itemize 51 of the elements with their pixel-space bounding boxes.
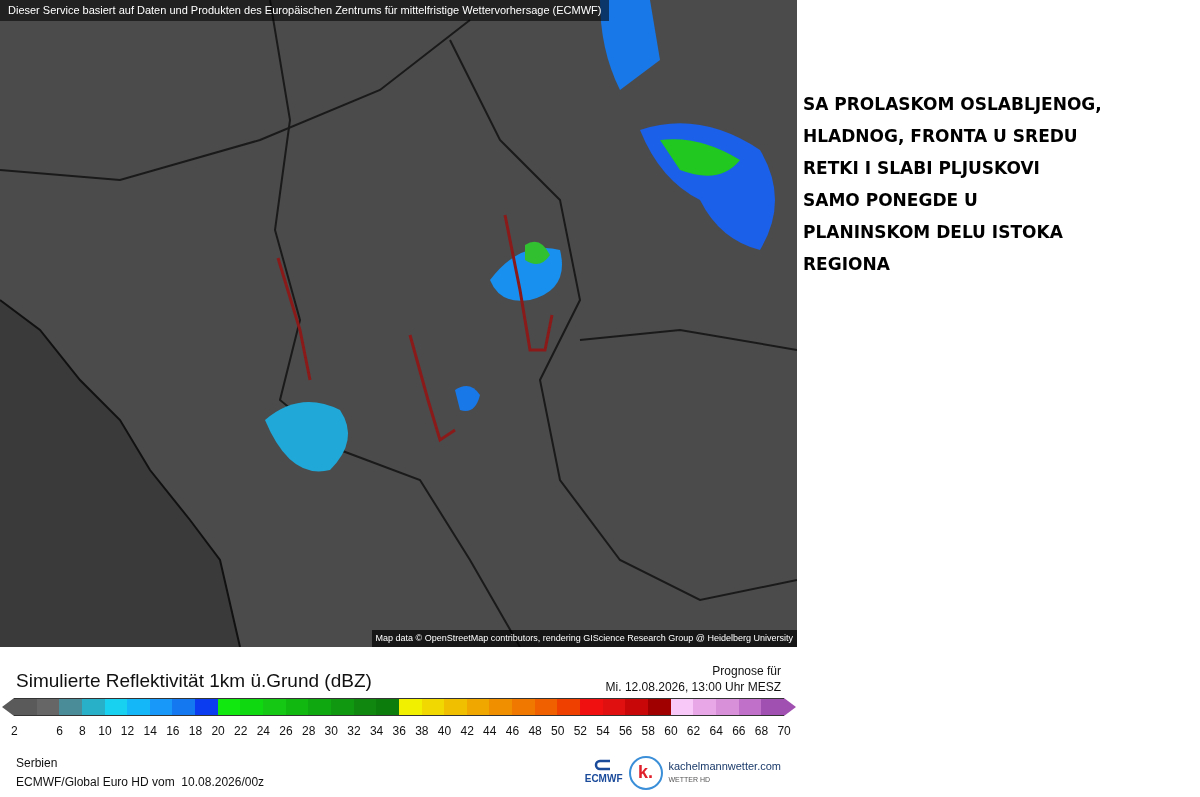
info-banner: Dieser Service basiert auf Daten und Produkten des Europäischen Zentrums für mittelfristige Wettervorhersage (ECMWF): [0, 0, 610, 21]
scale-tick: 22: [234, 722, 248, 740]
scale-tick: 32: [347, 722, 361, 740]
scale-tick: 50: [551, 722, 565, 740]
scale-tick: 14: [143, 722, 157, 740]
scale-tick: 8: [78, 722, 86, 740]
scale-tick: 52: [573, 722, 587, 740]
brand-logo: k.: [628, 755, 663, 790]
scale-tick: 24: [256, 722, 271, 740]
scale-tick: 62: [686, 722, 701, 740]
forecast-label: Prognose für: [712, 663, 781, 679]
model-run: ECMWF/Global Euro HD vom 10.08.2026/00z: [16, 773, 265, 791]
note-line: HLADNOG, FRONTA U SREDU: [803, 125, 1079, 148]
site-name: kachelmannwetter.com: [668, 759, 781, 773]
scale-tick: 58: [641, 722, 655, 740]
scale-tick: 42: [460, 722, 474, 740]
scale-tick: 40: [437, 722, 452, 740]
scale-tick: 30: [324, 722, 338, 740]
scale-tick: 16: [166, 722, 180, 740]
right-arrow-icon: [784, 697, 796, 716]
scale-tick: 46: [505, 722, 520, 740]
scale-tick: 28: [301, 722, 316, 740]
scale-tick: 18: [188, 722, 203, 740]
scale-tick: 12: [120, 722, 135, 740]
note-line: REGIONA: [803, 253, 891, 276]
scale-tick: 56: [618, 722, 633, 740]
forecast-time: Mi. 12.08.2026, 13:00 Uhr MESZ: [605, 679, 781, 695]
note-line: SA PROLASKOM OSLABLJENOG,: [803, 93, 1102, 116]
scale-tick: 2: [10, 722, 18, 740]
scale-tick: 68: [754, 722, 769, 740]
scale-tick: 26: [279, 722, 293, 740]
scale-tick: 6: [56, 722, 63, 740]
region-name: Serbien: [16, 754, 59, 772]
scale-tick: 34: [369, 722, 384, 740]
scale-tick: 44: [483, 722, 497, 740]
scale-tick: 60: [664, 722, 678, 740]
scale-tick: 10: [98, 722, 112, 740]
scale-tick: 20: [211, 722, 225, 740]
note-line: SAMO PONEGDE U: [803, 189, 979, 212]
scale-tick: 66: [732, 722, 746, 740]
scale-tick: 70: [777, 722, 791, 740]
scale-tick: 38: [415, 722, 429, 740]
note-line: RETKI I SLABI PLJUSKOVI: [803, 157, 1041, 180]
note-line: PLANINSKOM DELU ISTOKA: [803, 221, 1064, 244]
ecmwf-logo-text: ECMWF: [584, 772, 623, 786]
left-arrow-icon: [2, 697, 14, 716]
scale-tick: 36: [392, 722, 406, 740]
scale-tick: 48: [528, 722, 542, 740]
scale-tick: 64: [709, 722, 723, 740]
scale-tick: 54: [596, 722, 610, 740]
legend-title: Simulierte Reflektivität 1km ü.Grund (dBZ): [16, 669, 372, 693]
